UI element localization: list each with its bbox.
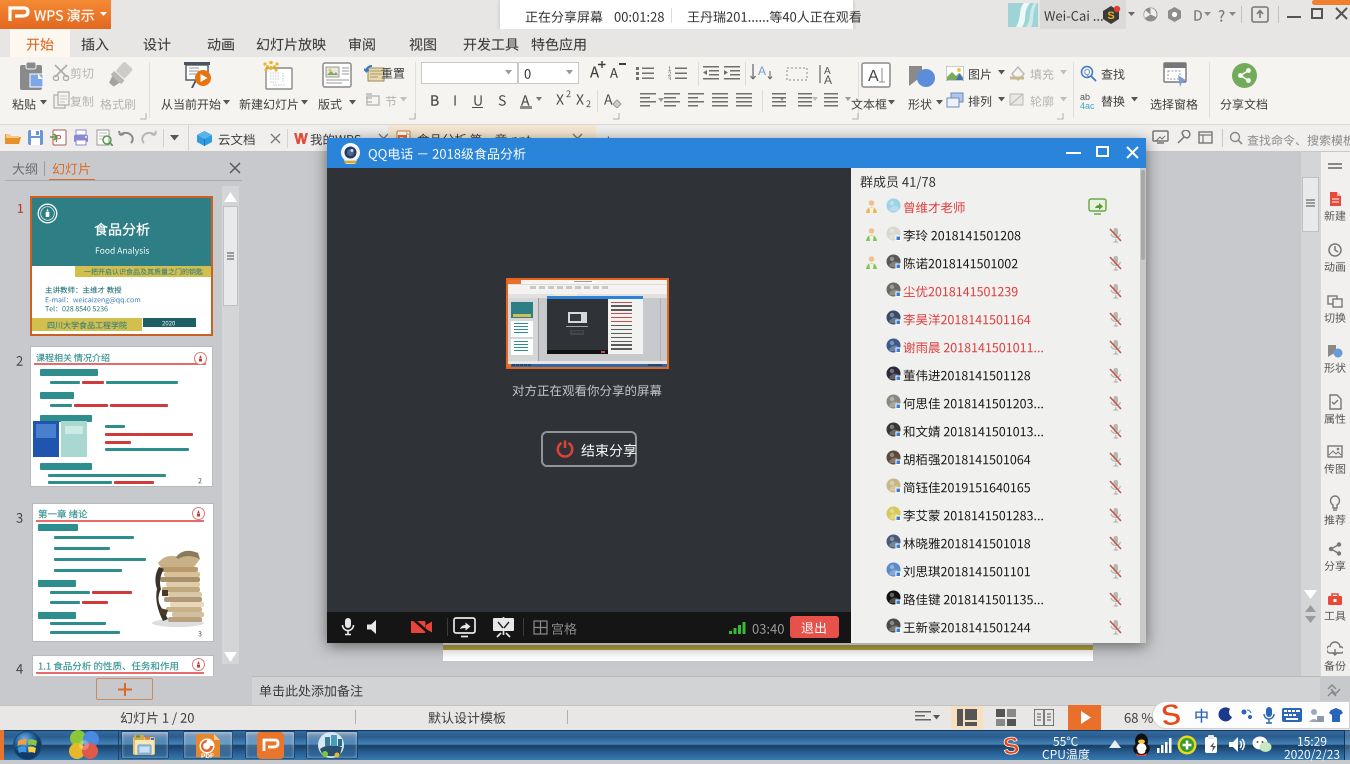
svg-text:A: A: [824, 73, 832, 85]
svg-text:3: 3: [668, 77, 672, 80]
svg-text:S: S: [1107, 10, 1114, 22]
svg-text:4ac: 4ac: [1080, 101, 1095, 109]
svg-text:S: S: [1002, 733, 1021, 757]
svg-text:A: A: [758, 64, 766, 78]
svg-text:Q: Q: [1084, 68, 1090, 77]
svg-text:S: S: [1159, 701, 1182, 729]
svg-text:A: A: [868, 68, 879, 85]
svg-text:PDF: PDF: [201, 753, 214, 759]
